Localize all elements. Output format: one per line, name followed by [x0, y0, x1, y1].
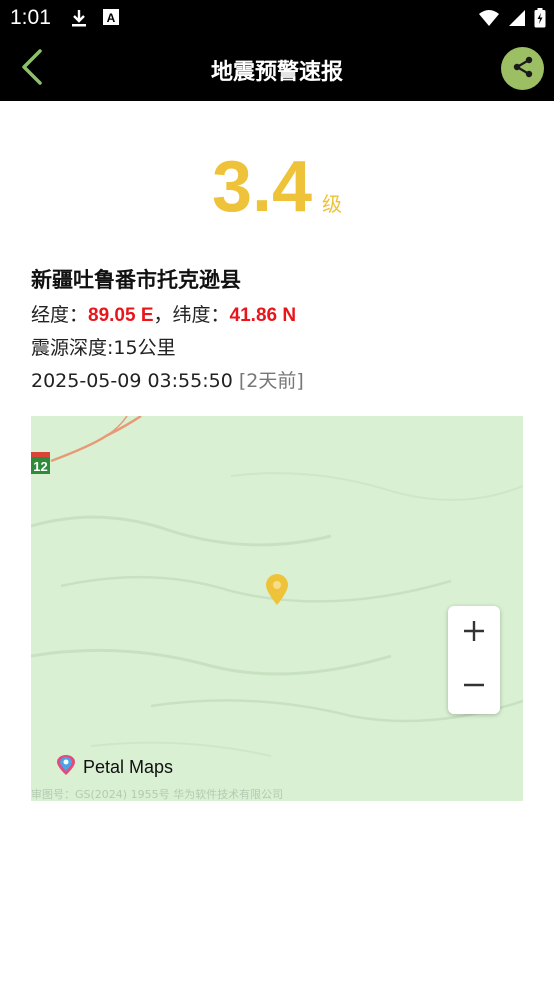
map-brand: Petal Maps: [55, 754, 173, 781]
wifi-icon: [478, 9, 500, 31]
plus-icon: [463, 620, 485, 646]
quake-info: 新疆吐鲁番市托克逊县 经度：89.05 E，纬度：41.86 N 震源深度:15…: [31, 264, 304, 399]
status-bar: 1:01 A: [0, 0, 554, 36]
zoom-controls: [448, 606, 500, 714]
quake-time-line: 2025-05-09 03:55:50 [2天前]: [31, 366, 304, 393]
status-icons-left: A: [70, 8, 120, 32]
coordinates-line: 经度：89.05 E，纬度：41.86 N: [31, 300, 304, 327]
quake-time-ago: [2天前]: [238, 370, 304, 392]
share-icon: [511, 55, 535, 83]
longitude-label: 经度：: [31, 304, 89, 326]
longitude-value: 89.05 E: [88, 305, 154, 326]
zoom-in-button[interactable]: [448, 606, 500, 660]
zoom-out-button[interactable]: [448, 660, 500, 714]
battery-icon: [534, 8, 546, 32]
magnitude-display: 3.4 级: [0, 146, 554, 228]
latitude-label: ，纬度：: [153, 304, 230, 326]
font-icon: A: [102, 8, 120, 32]
map-view[interactable]: 12 Petal Maps 审图号：GS(2024) 1955号 华为软件技术有…: [31, 416, 523, 801]
status-icons-right: [478, 8, 546, 32]
quake-depth: 震源深度:15公里: [31, 337, 176, 359]
share-button[interactable]: [501, 47, 544, 90]
svg-text:A: A: [107, 11, 116, 25]
magnitude-unit: 级: [322, 192, 343, 216]
minus-icon: [463, 674, 485, 700]
status-time: 1:01: [10, 6, 51, 29]
route-badge: 12: [31, 452, 50, 474]
download-icon: [70, 8, 88, 32]
quake-datetime: 2025-05-09 03:55:50: [31, 370, 233, 392]
page-title: 地震预警速报: [210, 60, 343, 85]
latitude-value: 41.86 N: [229, 305, 297, 326]
quake-location: 新疆吐鲁番市托克逊县: [31, 268, 241, 292]
petal-maps-logo-icon: [55, 754, 77, 781]
location-pin-icon: [264, 574, 290, 610]
map-license: 审图号：GS(2024) 1955号 华为软件技术有限公司: [31, 788, 284, 801]
magnitude-value: 3.4: [211, 147, 313, 227]
map-brand-label: Petal Maps: [83, 757, 174, 777]
signal-icon: [508, 9, 526, 31]
app-bar: 地震预警速报: [0, 36, 554, 101]
